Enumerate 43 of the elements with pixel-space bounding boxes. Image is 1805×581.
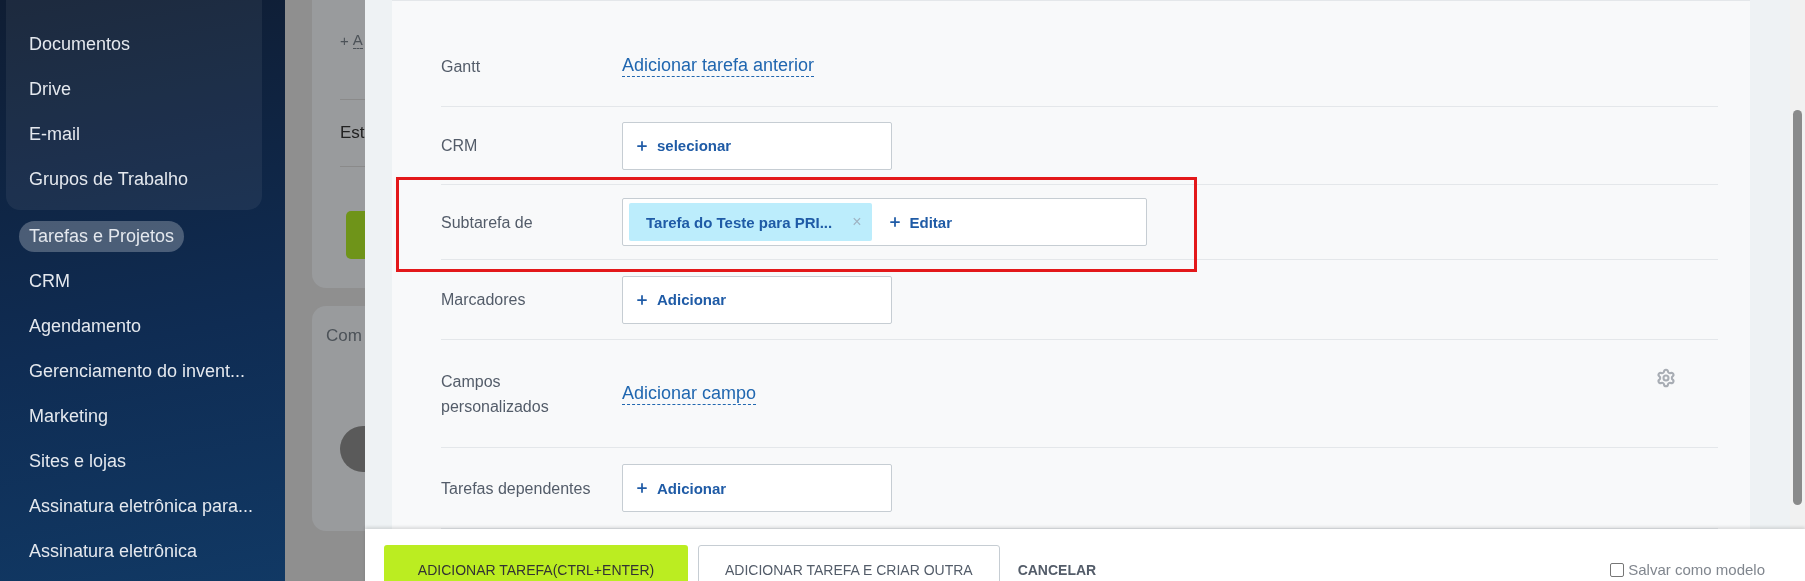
sidebar-item[interactable]: Agendamento: [19, 311, 152, 342]
sidebar-item[interactable]: Marketing: [19, 401, 119, 432]
sidebar-item[interactable]: E-mail: [19, 119, 90, 150]
sidebar-item[interactable]: CRM: [19, 266, 80, 297]
status-text: Est: [340, 123, 365, 143]
add-task-button[interactable]: ADICIONAR TAREFA(CTRL+ENTER): [384, 544, 688, 581]
add-button[interactable]: selecionar: [629, 137, 738, 154]
sidebar-item[interactable]: Grupos de Trabalho: [19, 164, 199, 195]
picker-field[interactable]: Adicionar: [622, 275, 892, 324]
cancel-button[interactable]: CANCELAR: [1009, 544, 1105, 581]
add-link[interactable]: Adicionar campo: [622, 382, 757, 405]
field-label: Marcadores: [441, 290, 527, 310]
settings-icon[interactable]: [1656, 368, 1676, 388]
picker-field[interactable]: Adicionar: [622, 464, 892, 512]
sidebar-item[interactable]: Gerenciamento do invent...: [19, 356, 256, 387]
sidebar-item[interactable]: Tarefas e Projetos: [19, 221, 185, 252]
sidebar-item[interactable]: Assinatura eletrônica para...: [19, 491, 264, 522]
sidebar-item[interactable]: Drive: [19, 74, 81, 105]
field-label: Tarefas dependentes: [441, 478, 592, 499]
picker-field[interactable]: Tarefa do Teste para PRI... × Editar: [622, 198, 1147, 246]
sidebar-item[interactable]: Sites e lojas: [19, 446, 137, 477]
checkbox[interactable]: [1610, 562, 1625, 577]
sidebar-item[interactable]: Assinatura eletrônica: [19, 536, 208, 567]
scrollbar-thumb[interactable]: [1793, 110, 1802, 505]
plus-icon: [887, 215, 902, 229]
sidebar-item[interactable]: Documentos: [19, 29, 141, 60]
add-and-create-button[interactable]: ADICIONAR TAREFA E CRIAR OUTRA: [698, 544, 1000, 581]
picker-field[interactable]: selecionar: [622, 121, 892, 170]
plus-icon: [635, 138, 649, 153]
plus-icon: [635, 481, 649, 495]
add-button[interactable]: Adicionar: [629, 291, 733, 308]
plus-text: +: [340, 32, 349, 49]
comments-title: Com: [326, 326, 363, 346]
add-link[interactable]: Adicionar tarefa anterior: [622, 55, 815, 77]
field-label: CRM: [441, 136, 479, 156]
field-label: Subtarefa de: [441, 212, 534, 233]
add-button[interactable]: Adicionar: [629, 479, 733, 497]
plus-icon: [635, 292, 649, 307]
edit-button[interactable]: Editar: [881, 213, 959, 231]
field-label: Campos personalizados: [441, 371, 550, 417]
tag-label: Tarefa do Teste para PRI...: [646, 213, 833, 231]
checkbox-label: Salvar como modelo: [1628, 561, 1765, 578]
field-label: Gantt: [441, 56, 482, 77]
